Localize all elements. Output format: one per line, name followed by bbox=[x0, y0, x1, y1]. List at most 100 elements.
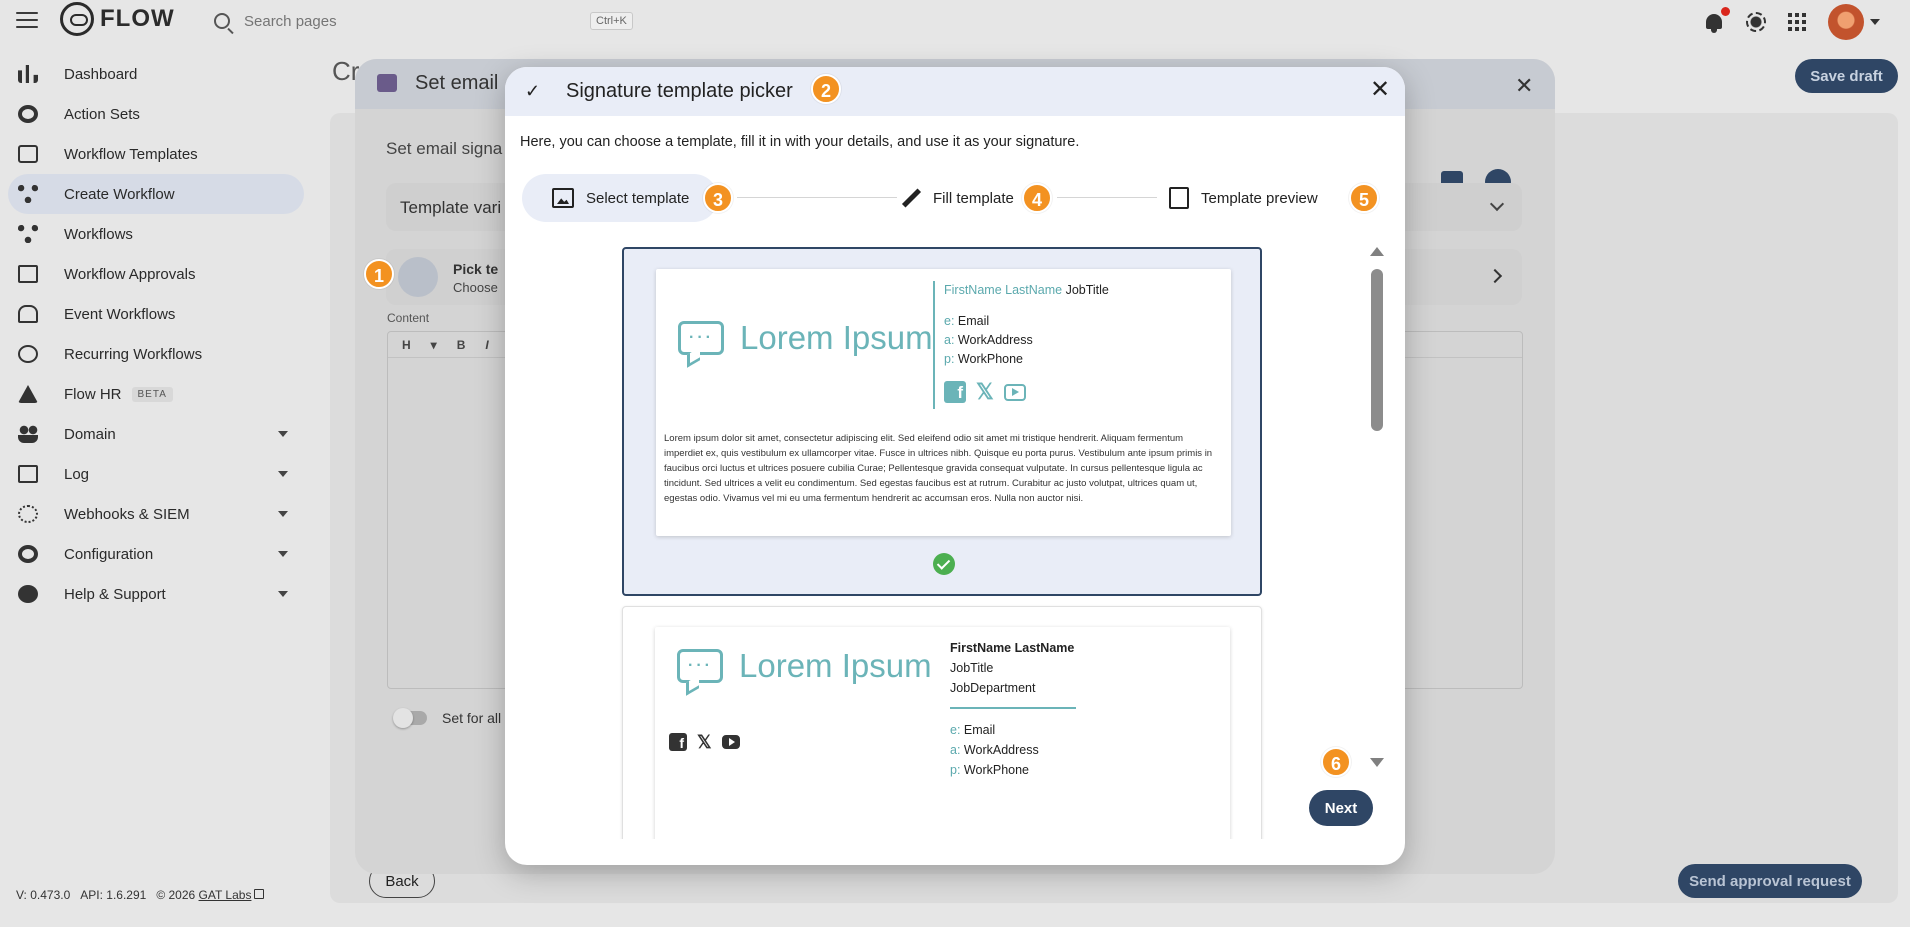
next-button[interactable]: Next bbox=[1309, 790, 1373, 826]
sidebar-item-label: Webhooks & SIEM bbox=[64, 505, 190, 523]
sidebar-item-label: Flow HR bbox=[64, 385, 122, 403]
pick-template-title: Pick te bbox=[453, 261, 499, 277]
set-for-all-toggle[interactable] bbox=[393, 708, 427, 728]
sidebar-item-recurring-workflows[interactable]: Recurring Workflows bbox=[8, 334, 304, 374]
x-twitter-icon: 𝕏 bbox=[976, 379, 994, 404]
name-line: FirstName LastName JobTitle bbox=[944, 283, 1109, 297]
user-avatar[interactable] bbox=[1828, 4, 1864, 40]
email-signature-icon bbox=[377, 74, 397, 92]
sidebar-item-domain[interactable]: Domain bbox=[8, 414, 304, 454]
heading-button[interactable]: H bbox=[402, 338, 411, 352]
phone-line: p: WorkPhone bbox=[944, 352, 1023, 366]
signature-template-picker-dialog: ✓ Signature template picker 2 ✕ Here, yo… bbox=[505, 67, 1405, 865]
scroll-up-arrow-icon[interactable] bbox=[1370, 247, 1384, 256]
notifications-bell-icon[interactable] bbox=[1704, 7, 1730, 33]
gear-icon bbox=[18, 545, 38, 563]
sidebar-item-label: Create Workflow bbox=[64, 185, 175, 203]
sidebar-item-label: Action Sets bbox=[64, 105, 140, 123]
step-template-preview[interactable]: Template preview bbox=[1155, 174, 1345, 222]
sidebar-item-log[interactable]: Log bbox=[8, 454, 304, 494]
template-list[interactable]: ··· Lorem Ipsum FirstName LastName JobTi… bbox=[505, 237, 1405, 839]
email-line: e: Email bbox=[950, 723, 995, 737]
sidebar-item-workflows[interactable]: Workflows bbox=[8, 214, 304, 254]
bold-button[interactable]: B bbox=[457, 338, 466, 352]
workflows-icon bbox=[18, 225, 38, 243]
app-name: FLOW bbox=[100, 5, 175, 32]
sidebar-item-flow-hr[interactable]: Flow HR BETA bbox=[8, 374, 304, 414]
italic-button[interactable]: I bbox=[485, 338, 488, 352]
chevron-down-icon bbox=[278, 431, 288, 437]
set-for-all-label: Set for all bbox=[442, 710, 502, 726]
signature-preview: ··· Lorem Ipsum FirstName LastName JobTi… bbox=[656, 269, 1231, 536]
send-approval-request-button[interactable]: Send approval request bbox=[1678, 864, 1862, 898]
divider bbox=[933, 281, 935, 409]
step-connector bbox=[1057, 197, 1157, 198]
step-fill-template[interactable]: Fill template bbox=[887, 174, 1037, 222]
hamburger-menu-icon[interactable] bbox=[16, 12, 38, 28]
top-right-actions bbox=[1704, 4, 1880, 40]
version-footer: V: 0.473.0 API: 1.6.291 © 2026 GAT Labs bbox=[16, 888, 265, 902]
sidebar-item-label: Workflow Approvals bbox=[64, 265, 196, 283]
sidebar-item-workflow-approvals[interactable]: Workflow Approvals bbox=[8, 254, 304, 294]
sidebar-item-label: Event Workflows bbox=[64, 305, 176, 323]
pencil-icon bbox=[901, 188, 921, 208]
copyright: © 2026 bbox=[156, 888, 196, 902]
step-select-template[interactable]: Select template bbox=[522, 174, 718, 222]
save-draft-button[interactable]: Save draft bbox=[1795, 59, 1898, 93]
sidebar-item-label: Configuration bbox=[64, 545, 154, 563]
search-bar[interactable] bbox=[214, 8, 634, 34]
sidebar-item-label: Recurring Workflows bbox=[64, 345, 203, 363]
sidebar-item-action-sets[interactable]: Action Sets bbox=[8, 94, 304, 134]
logo-text: Lorem Ipsum bbox=[740, 319, 933, 356]
email-modal-close-icon[interactable]: ✕ bbox=[1515, 73, 1533, 99]
people-icon bbox=[18, 425, 38, 443]
clock-icon bbox=[18, 345, 38, 363]
chevron-right-icon bbox=[1487, 268, 1503, 284]
sidebar-item-help-support[interactable]: Help & Support bbox=[8, 574, 304, 614]
avatar-chevron-down-icon[interactable] bbox=[1870, 19, 1880, 25]
pick-template-subtitle: Choose bbox=[453, 280, 498, 295]
facebook-icon: f bbox=[669, 733, 687, 751]
search-shortcut: Ctrl+K bbox=[590, 12, 633, 30]
sidebar-item-create-workflow[interactable]: Create Workflow bbox=[8, 174, 304, 214]
picker-intro-text: Here, you can choose a template, fill it… bbox=[520, 134, 1080, 150]
sidebar-item-configuration[interactable]: Configuration bbox=[8, 534, 304, 574]
email-modal-subtitle: Set email signa bbox=[386, 139, 503, 158]
external-link-icon bbox=[254, 889, 265, 899]
alarm-icon bbox=[18, 305, 38, 323]
heading-dropdown-icon[interactable]: ▾ bbox=[431, 338, 437, 352]
search-input[interactable] bbox=[244, 12, 574, 30]
signature-icon: ✓ bbox=[525, 81, 541, 101]
close-icon[interactable]: ✕ bbox=[1367, 77, 1393, 103]
email-value: Email bbox=[957, 314, 990, 328]
address-line: a: WorkAddress bbox=[944, 333, 1033, 347]
content-label: Content bbox=[387, 311, 430, 325]
sidebar-item-dashboard[interactable]: Dashboard bbox=[8, 54, 304, 94]
approval-icon bbox=[18, 265, 38, 283]
picker-header: ✓ Signature template picker 2 ✕ bbox=[505, 67, 1405, 116]
email-modal-title: Set email bbox=[415, 72, 499, 94]
template-icon bbox=[18, 145, 38, 163]
top-bar: FLOW Ctrl+K bbox=[0, 0, 1910, 42]
flow-logo-icon bbox=[60, 2, 94, 36]
company-link[interactable]: GAT Labs bbox=[199, 888, 252, 902]
scroll-down-arrow-icon[interactable] bbox=[1370, 758, 1384, 767]
sidebar-item-workflow-templates[interactable]: Workflow Templates bbox=[8, 134, 304, 174]
app-logo[interactable]: FLOW bbox=[60, 2, 175, 36]
theme-toggle-sun-icon[interactable] bbox=[1746, 12, 1766, 32]
gears-icon bbox=[18, 105, 38, 123]
chevron-down-icon bbox=[1489, 196, 1505, 212]
lorem-paragraph: Lorem ipsum dolor sit amet, consectetur … bbox=[664, 433, 1213, 504]
annotation-badge-4: 4 bbox=[1022, 183, 1052, 213]
address-line: a: WorkAddress bbox=[950, 743, 1039, 757]
signature-preview: ··· Lorem Ipsum f 𝕏 FirstName LastName J… bbox=[655, 627, 1230, 839]
sidebar-item-event-workflows[interactable]: Event Workflows bbox=[8, 294, 304, 334]
bar-chart-icon bbox=[18, 65, 38, 83]
scrollbar-thumb[interactable] bbox=[1371, 269, 1383, 431]
template-card-2[interactable]: ··· Lorem Ipsum f 𝕏 FirstName LastName J… bbox=[622, 606, 1262, 839]
sidebar-item-label: Log bbox=[64, 465, 90, 483]
sidebar-item-webhooks-siem[interactable]: Webhooks & SIEM bbox=[8, 494, 304, 534]
template-card-1[interactable]: ··· Lorem Ipsum FirstName LastName JobTi… bbox=[622, 247, 1262, 596]
image-icon bbox=[552, 188, 574, 208]
apps-grid-icon[interactable] bbox=[1788, 13, 1806, 31]
